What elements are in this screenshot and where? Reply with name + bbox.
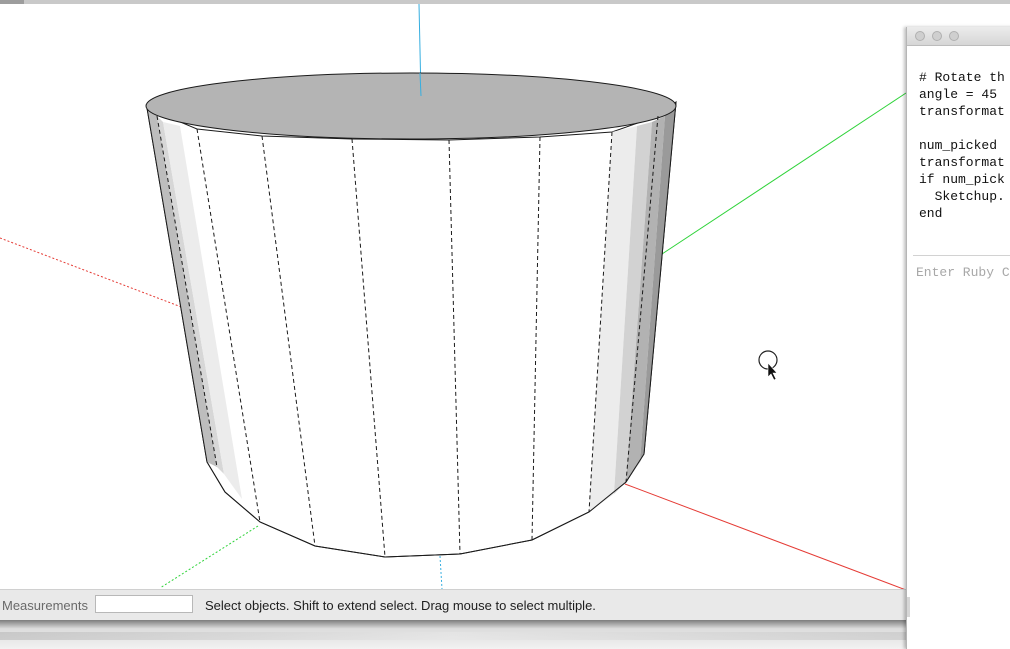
ruby-console-titlebar[interactable]	[907, 27, 1010, 46]
ruby-input-field[interactable]: Enter Ruby C	[916, 265, 1010, 280]
measurements-label: Measurements	[2, 598, 88, 613]
console-divider	[913, 255, 1010, 256]
code-line: angle = 45	[919, 87, 998, 102]
window-bottom-shadow	[0, 620, 906, 649]
console-resize-edge[interactable]	[907, 597, 910, 617]
measurements-input[interactable]	[95, 595, 193, 613]
model-canvas[interactable]	[0, 4, 1010, 589]
close-window-icon[interactable]	[915, 31, 925, 41]
red-axis-positive	[624, 483, 905, 589]
red-axis-negative	[0, 237, 185, 309]
code-line: Sketchup.	[919, 189, 1005, 204]
minimize-window-icon[interactable]	[932, 31, 942, 41]
code-line: if num_pick	[919, 172, 1005, 187]
ruby-console-window[interactable]: # Rotate th angle = 45 transformat num_p…	[906, 27, 1010, 649]
code-line: num_picked	[919, 138, 998, 153]
cylinder-model[interactable]	[145, 72, 677, 558]
bottom-shadow-strip	[0, 632, 906, 640]
cylinder-top-face[interactable]	[145, 72, 677, 140]
zoom-window-icon[interactable]	[949, 31, 959, 41]
code-line: end	[919, 206, 943, 221]
status-hint-text: Select objects. Shift to extend select. …	[205, 598, 596, 613]
green-axis-negative	[159, 525, 259, 589]
code-line: transformat	[919, 155, 1005, 170]
drawing-viewport[interactable]	[0, 4, 1010, 589]
green-axis-positive	[661, 92, 907, 255]
status-bar: Measurements Select objects. Shift to ex…	[0, 589, 906, 620]
select-arrow-cursor-icon	[758, 350, 778, 381]
code-line: # Rotate th	[919, 70, 1005, 85]
blue-axis-negative	[439, 555, 443, 589]
ruby-console-output[interactable]: # Rotate th angle = 45 transformat num_p…	[919, 69, 1005, 222]
code-line: transformat	[919, 104, 1005, 119]
